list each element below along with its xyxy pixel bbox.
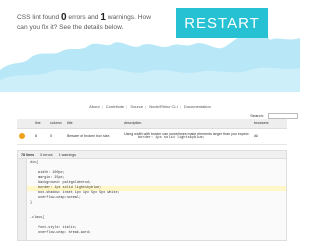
row-description-cell: Using width with border can sometimes ma…	[122, 128, 252, 145]
code-tabs: 78 lines 0 errors 1 warnings	[18, 151, 286, 159]
warnings-count: 1	[100, 12, 106, 23]
col-header-column[interactable]: column	[48, 119, 65, 129]
warning-icon	[19, 132, 25, 139]
row-icon-cell	[17, 128, 33, 145]
nav-link-about[interactable]: About	[89, 104, 99, 109]
table-row[interactable]: 8 5 Beware of broken box size. Using wid…	[17, 128, 287, 145]
col-header-line[interactable]: line	[33, 119, 48, 129]
tab-lines[interactable]: 78 lines	[21, 153, 34, 157]
summary-prefix: CSS lint found	[17, 14, 60, 21]
code-line: .class{	[30, 216, 45, 220]
row-line: 8	[33, 128, 48, 145]
result-summary: CSS lint found 0 errors and 1 warnings. …	[17, 13, 157, 33]
line-gutter	[18, 159, 27, 240]
code-body: div{ width: 100px; margin: 25px; backgro…	[18, 159, 286, 240]
col-header-browsers[interactable]: browsers	[252, 119, 287, 129]
col-header-icon[interactable]	[17, 119, 33, 129]
tab-errors[interactable]: 0 errors	[40, 153, 52, 157]
tab-warnings[interactable]: 1 warnings	[59, 153, 76, 157]
hero-banner: CSS lint found 0 errors and 1 warnings. …	[0, 0, 300, 92]
code-line: div{	[30, 161, 39, 165]
nav-link-cli[interactable]: Node/Rhino CLI	[149, 104, 177, 109]
nav-link-contribute[interactable]: Contribute	[106, 104, 124, 109]
nav-link-source[interactable]: Source	[130, 104, 143, 109]
nav-links: About | Contribute | Source | Node/Rhino CL…	[89, 104, 211, 109]
restart-button[interactable]: RESTART	[176, 8, 268, 38]
row-browsers: All	[252, 128, 287, 145]
table-header-row: line column title description browsers	[17, 119, 287, 129]
col-header-title[interactable]: title	[65, 119, 122, 129]
code-line: }	[30, 201, 33, 205]
results-table: line column title description browsers 8…	[17, 119, 287, 145]
row-title: Beware of broken box size.	[65, 128, 122, 145]
search-label: Search:	[250, 113, 264, 118]
summary-middle: errors and	[68, 14, 99, 21]
nav-link-documentation[interactable]: Documentation	[184, 104, 211, 109]
code-line: overflow-wrap:normal;	[30, 196, 81, 200]
code-panel: 78 lines 0 errors 1 warnings div{ width:…	[17, 150, 287, 241]
code-line: overflow-wrap: break-word;	[30, 231, 92, 235]
errors-count: 0	[61, 12, 67, 23]
row-code: border: 1px solid lightskyblue;	[138, 136, 205, 140]
col-header-description[interactable]: description	[122, 119, 252, 129]
row-column: 5	[48, 128, 65, 145]
